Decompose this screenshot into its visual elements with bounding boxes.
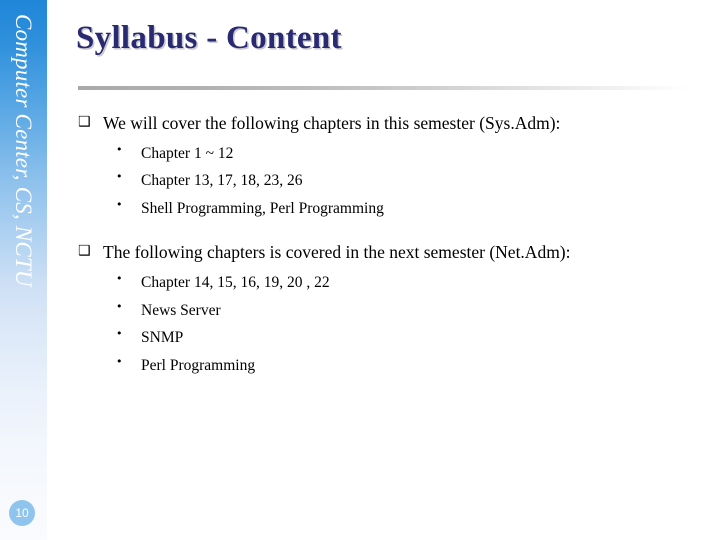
sidebar-vertical-label: Computer Center, CS, NCTU xyxy=(11,14,36,287)
square-bullet-icon: ❑ xyxy=(78,243,91,260)
dot-bullet-icon: • xyxy=(116,271,123,285)
slide: Computer Center, CS, NCTU 10 Syllabus - … xyxy=(0,0,720,540)
list-item-text: Chapter 14, 15, 16, 19, 20 , 22 xyxy=(141,273,330,291)
square-bullet-icon: ❑ xyxy=(78,114,91,130)
list-item: • Shell Programming, Perl Programming xyxy=(78,195,698,223)
list-item-text: Chapter 1 ~ 12 xyxy=(141,144,234,162)
dot-bullet-icon: • xyxy=(116,299,123,313)
page-number-badge: 10 xyxy=(9,500,35,526)
content-body: ❑ We will cover the following chapters i… xyxy=(78,112,698,389)
dot-bullet-icon: • xyxy=(116,354,123,368)
dot-bullet-icon: • xyxy=(116,142,123,156)
list-item: • SNMP xyxy=(78,324,698,352)
list-item-text: Chapter 13, 17, 18, 23, 26 xyxy=(141,172,303,190)
dot-bullet-icon: • xyxy=(116,197,123,211)
section-items: • Chapter 14, 15, 16, 19, 20 , 22 • News… xyxy=(78,269,698,379)
sidebar: Computer Center, CS, NCTU 10 xyxy=(0,0,47,540)
list-item: • Perl Programming xyxy=(78,352,698,380)
dot-bullet-icon: • xyxy=(116,170,123,184)
section-heading-text: We will cover the following chapters in … xyxy=(103,113,561,133)
title-divider xyxy=(78,86,690,90)
dot-bullet-icon: • xyxy=(116,327,123,341)
section-items: • Chapter 1 ~ 12 • Chapter 13, 17, 18, 2… xyxy=(78,140,698,223)
list-item: • Chapter 13, 17, 18, 23, 26 xyxy=(78,167,698,195)
list-item: • Chapter 14, 15, 16, 19, 20 , 22 xyxy=(78,269,698,297)
section-heading-text: The following chapters is covered in the… xyxy=(103,242,571,263)
list-item-text: Perl Programming xyxy=(141,356,256,374)
section-heading: ❑ We will cover the following chapters i… xyxy=(78,112,698,136)
list-item-text: News Server xyxy=(141,301,221,319)
list-item: • Chapter 1 ~ 12 xyxy=(78,140,698,168)
section-heading: ❑ The following chapters is covered in t… xyxy=(78,241,698,265)
list-item: • News Server xyxy=(78,297,698,325)
list-item-text: Shell Programming, Perl Programming xyxy=(141,199,384,217)
list-item-text: SNMP xyxy=(141,329,184,347)
page-title: Syllabus - Content xyxy=(76,20,342,56)
